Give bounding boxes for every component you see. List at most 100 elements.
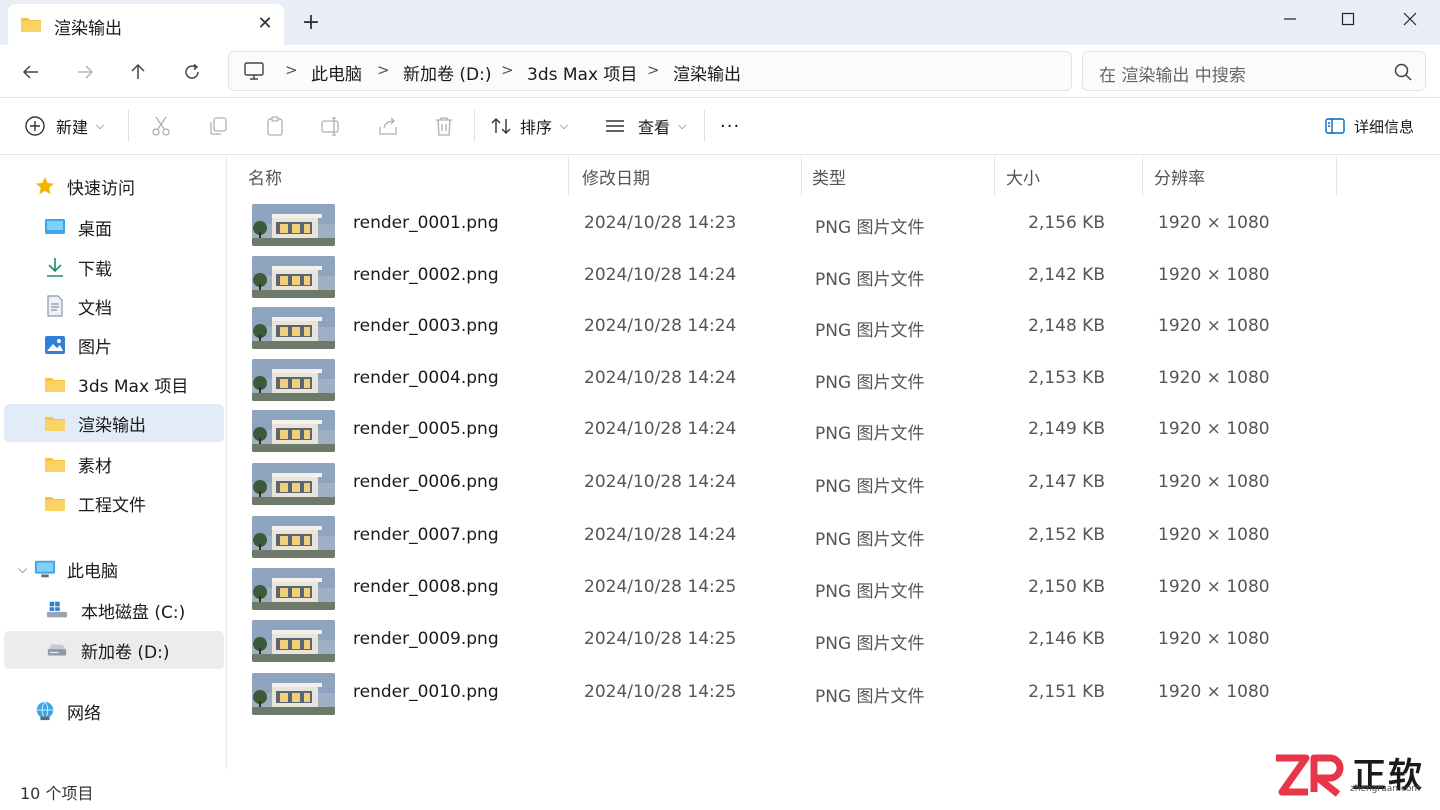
- sidebar-item-desktop[interactable]: 桌面: [4, 208, 224, 246]
- sidebar-item-label: 图片: [78, 337, 112, 358]
- file-row[interactable]: render_0006.png 2024/10/28 14:24 PNG 图片文…: [240, 460, 1340, 510]
- column-header-size[interactable]: 大小: [1006, 164, 1040, 189]
- more-options-button[interactable]: ···: [720, 110, 740, 142]
- share-button[interactable]: [377, 110, 399, 142]
- file-row[interactable]: render_0008.png 2024/10/28 14:25 PNG 图片文…: [240, 565, 1340, 615]
- search-input[interactable]: 在 渲染输出 中搜索: [1082, 51, 1426, 91]
- render-thumbnail: [252, 620, 335, 662]
- render-thumbnail: [252, 359, 335, 401]
- new-tab-button[interactable]: +: [298, 8, 324, 38]
- file-resolution: 1920 × 1080: [1158, 316, 1270, 336]
- back-button[interactable]: [14, 55, 48, 89]
- render-thumbnail: [252, 410, 335, 452]
- view-label: 查看: [638, 118, 671, 137]
- column-header-name[interactable]: 名称: [248, 164, 282, 189]
- file-size: 2,147 KB: [1028, 472, 1105, 492]
- file-row[interactable]: render_0001.png 2024/10/28 14:23 PNG 图片文…: [240, 201, 1340, 251]
- paste-button[interactable]: [264, 110, 286, 142]
- file-row[interactable]: render_0002.png 2024/10/28 14:24 PNG 图片文…: [240, 253, 1340, 303]
- file-type: PNG 图片文件: [815, 373, 925, 393]
- sidebar-item-label: 下载: [78, 259, 112, 280]
- file-type: PNG 图片文件: [815, 477, 925, 497]
- minimize-icon: [1284, 18, 1296, 20]
- sidebar-item-label: 工程文件: [78, 495, 146, 516]
- file-row[interactable]: render_0010.png 2024/10/28 14:25 PNG 图片文…: [240, 670, 1340, 720]
- close-tab-icon[interactable]: ✕: [254, 10, 276, 38]
- chevron-down-icon: ⌵: [96, 119, 105, 132]
- sidebar-item-network[interactable]: 网络: [4, 692, 224, 730]
- sort-label: 排序: [520, 118, 553, 137]
- details-pane-button[interactable]: 详细信息: [1324, 110, 1414, 142]
- file-name: render_0002.png: [353, 265, 499, 285]
- minimize-button[interactable]: [1260, 0, 1320, 38]
- command-bar: 新建 ⌵ 排序 ⌵ 查看 ⌵ ··· 详细信息: [0, 98, 1440, 155]
- search-placeholder: 在 渲染输出 中搜索: [1099, 66, 1246, 86]
- address-bar[interactable]: > 此电脑 > 新加卷 (D:) > 3ds Max 项目 > 渲染输出: [228, 51, 1072, 91]
- column-header-resolution[interactable]: 分辨率: [1154, 164, 1205, 189]
- sidebar-item-downloads[interactable]: 下载: [4, 248, 224, 286]
- file-type: PNG 图片文件: [815, 270, 925, 290]
- file-resolution: 1920 × 1080: [1158, 265, 1270, 285]
- sidebar-item-label: 素材: [78, 456, 112, 477]
- file-name: render_0007.png: [353, 525, 499, 545]
- file-name: render_0001.png: [353, 213, 499, 233]
- refresh-button[interactable]: [175, 55, 209, 89]
- sort-button[interactable]: 排序 ⌵: [490, 110, 568, 142]
- sidebar-item-this-pc[interactable]: ⌵ 此电脑: [4, 550, 224, 588]
- new-button[interactable]: 新建 ⌵: [24, 110, 104, 142]
- rename-icon: [321, 117, 339, 136]
- close-window-button[interactable]: [1380, 0, 1440, 38]
- up-button[interactable]: [121, 55, 155, 89]
- sidebar-item-documents[interactable]: 文档: [4, 287, 224, 325]
- column-divider[interactable]: [1336, 156, 1337, 196]
- sort-icon: [491, 118, 511, 134]
- sidebar-item-drive-c[interactable]: 本地磁盘 (C:): [4, 591, 224, 629]
- breadcrumb-this-pc[interactable]: 此电脑: [311, 60, 362, 85]
- column-divider[interactable]: [801, 156, 802, 196]
- column-header-type[interactable]: 类型: [812, 164, 846, 189]
- breadcrumb-3dsmax-project[interactable]: 3ds Max 项目: [527, 60, 637, 85]
- breadcrumb-drive-d[interactable]: 新加卷 (D:): [403, 60, 492, 85]
- rename-button[interactable]: [320, 110, 342, 142]
- sidebar-item-label: 此电脑: [67, 561, 118, 582]
- file-resolution: 1920 × 1080: [1158, 472, 1270, 492]
- sidebar-item-project-files[interactable]: 工程文件: [4, 484, 224, 522]
- file-size: 2,153 KB: [1028, 368, 1105, 388]
- file-row[interactable]: render_0003.png 2024/10/28 14:24 PNG 图片文…: [240, 304, 1340, 354]
- sidebar-item-label: 本地磁盘 (C:): [81, 602, 186, 623]
- file-date: 2024/10/28 14:24: [584, 368, 737, 388]
- breadcrumb-render-output[interactable]: 渲染输出: [673, 60, 741, 85]
- cut-button[interactable]: [150, 110, 172, 142]
- column-divider[interactable]: [568, 156, 569, 196]
- file-row[interactable]: render_0004.png 2024/10/28 14:24 PNG 图片文…: [240, 356, 1340, 406]
- sidebar-item-materials[interactable]: 素材: [4, 445, 224, 483]
- column-header-date[interactable]: 修改日期: [582, 164, 650, 189]
- delete-button[interactable]: [433, 110, 455, 142]
- column-divider[interactable]: [1142, 156, 1143, 196]
- tab-title: 渲染输出: [54, 19, 122, 39]
- copy-button[interactable]: [207, 110, 229, 142]
- sidebar-item-pictures[interactable]: 图片: [4, 326, 224, 364]
- maximize-button[interactable]: [1318, 0, 1378, 38]
- toolbar-divider: [474, 110, 475, 142]
- file-name: render_0003.png: [353, 316, 499, 336]
- file-row[interactable]: render_0009.png 2024/10/28 14:25 PNG 图片文…: [240, 617, 1340, 667]
- file-date: 2024/10/28 14:25: [584, 577, 737, 597]
- chevron-down-icon[interactable]: ⌵: [18, 562, 27, 577]
- file-row[interactable]: render_0007.png 2024/10/28 14:24 PNG 图片文…: [240, 513, 1340, 563]
- forward-button[interactable]: [68, 55, 102, 89]
- pictures-icon: [44, 334, 66, 356]
- column-divider[interactable]: [994, 156, 995, 196]
- sidebar-item-drive-d[interactable]: 新加卷 (D:): [4, 631, 224, 669]
- zr-logo: [1276, 754, 1344, 797]
- file-date: 2024/10/28 14:25: [584, 682, 737, 702]
- tab-render-output[interactable]: 渲染输出 ✕: [8, 4, 284, 45]
- breadcrumb-separator: >: [285, 61, 298, 79]
- sidebar-item-quick-access[interactable]: 快速访问: [4, 167, 224, 205]
- file-row[interactable]: render_0005.png 2024/10/28 14:24 PNG 图片文…: [240, 407, 1340, 457]
- sidebar-item-3dsmax-project[interactable]: 3ds Max 项目: [4, 365, 224, 403]
- view-button[interactable]: 查看 ⌵: [604, 110, 686, 142]
- file-size: 2,148 KB: [1028, 316, 1105, 336]
- sidebar-item-render-output[interactable]: 渲染输出: [4, 404, 224, 442]
- file-size: 2,151 KB: [1028, 682, 1105, 702]
